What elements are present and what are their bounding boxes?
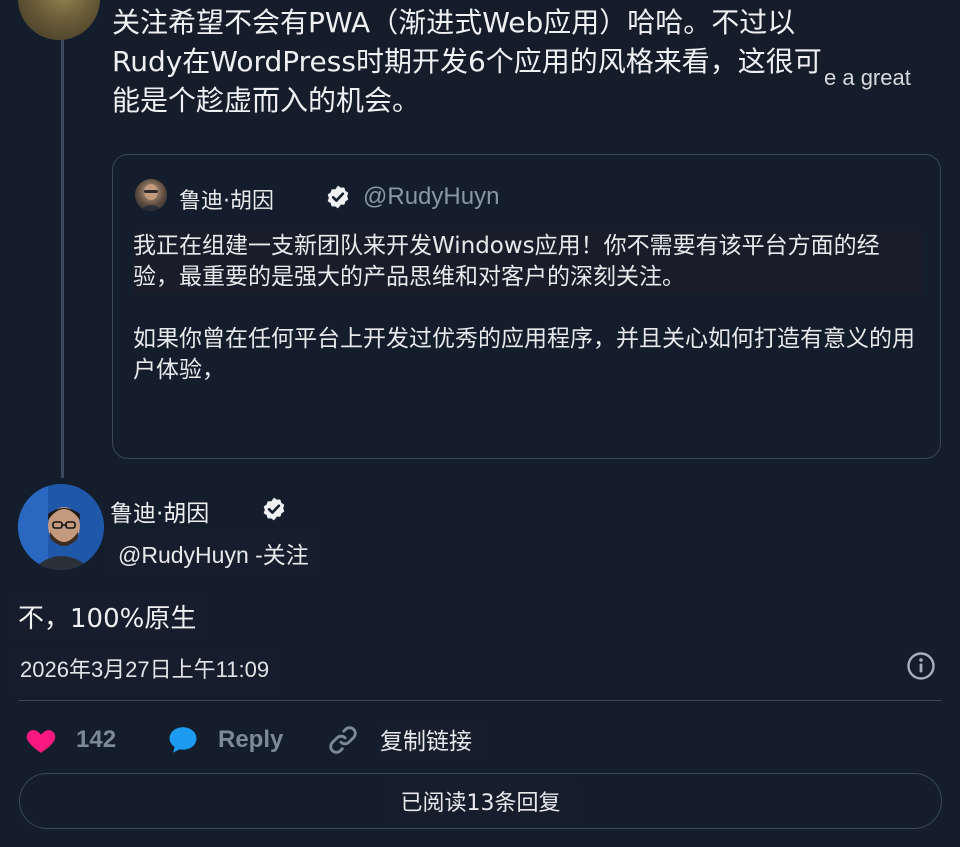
read-replies-button[interactable]: 已阅读13条回复: [19, 773, 942, 829]
info-icon[interactable]: [905, 650, 937, 682]
like-button[interactable]: 142: [24, 722, 116, 758]
quoted-tweet-handle[interactable]: @RudyHuyn: [363, 183, 499, 211]
tweet-text: 不，100%原生: [14, 596, 203, 639]
heart-icon: [26, 730, 56, 753]
quoted-tweet-paragraph: 我正在组建一支新团队来开发Windows应用！你不需要有该平台方面的经验，最重要…: [133, 231, 923, 293]
quoted-tweet-card[interactable]: 鲁迪·胡因 @RudyHuyn 我正在组建一支新团队来开发Windows应用！你…: [112, 154, 941, 459]
quoted-tweet-paragraph: 如果你曾在任何平台上开发过优秀的应用程序，并且关心如何打造有意义的用户体验，: [133, 326, 915, 383]
like-count: 142: [76, 726, 117, 753]
copy-link-button[interactable]: 复制链接: [326, 720, 488, 760]
verified-badge-icon: [327, 185, 349, 209]
reply-button[interactable]: Reply: [166, 722, 283, 758]
parent-avatar[interactable]: [18, 0, 100, 40]
reply-label: Reply: [218, 726, 284, 753]
parent-tweet-text: 关注希望不会有PWA（渐进式Web应用）哈哈。不过以Rudy在WordPress…: [108, 3, 836, 120]
author-avatar[interactable]: [18, 484, 104, 570]
thread-line: [61, 0, 64, 478]
parent-tweet-peek-text: e a great: [824, 65, 911, 90]
author-name[interactable]: 鲁迪·胡因: [110, 494, 209, 528]
read-replies-label: 已阅读13条回复: [384, 781, 577, 821]
tweet-timestamp[interactable]: 2026年3月27日上午11:09: [12, 648, 280, 690]
divider: [18, 700, 942, 701]
verified-badge-icon: [263, 497, 285, 521]
quoted-tweet-avatar[interactable]: [135, 179, 167, 211]
quoted-tweet-author-name[interactable]: 鲁迪·胡因: [179, 183, 274, 215]
copy-link-label: 复制链接: [378, 720, 488, 760]
author-handle-follow[interactable]: @RudyHuyn -关注: [110, 532, 317, 574]
speech-bubble-icon: [169, 727, 197, 753]
quoted-tweet-body: 我正在组建一支新团队来开发Windows应用！你不需要有该平台方面的经验，最重要…: [133, 231, 923, 386]
link-icon: [329, 726, 357, 754]
